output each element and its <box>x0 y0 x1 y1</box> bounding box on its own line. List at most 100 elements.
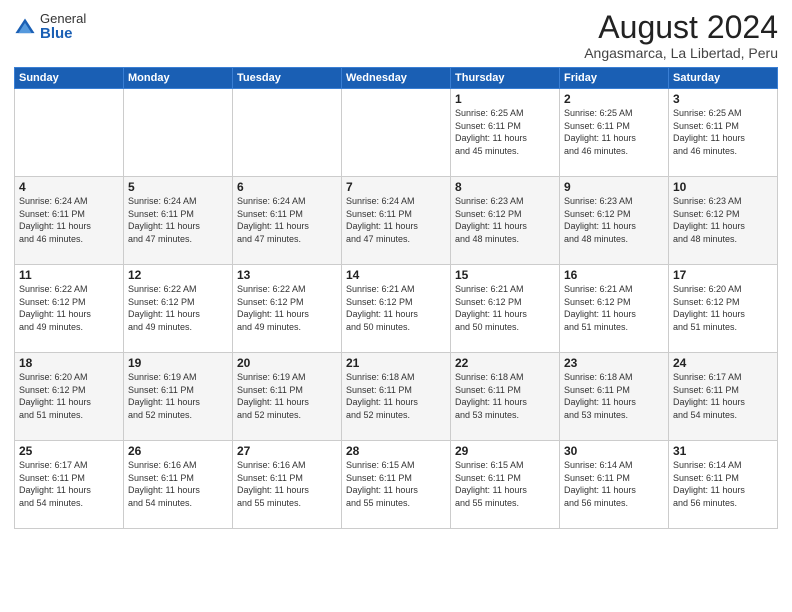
calendar-cell-w1-d5: 1Sunrise: 6:25 AM Sunset: 6:11 PM Daylig… <box>451 89 560 177</box>
day-info-text: Sunrise: 6:24 AM Sunset: 6:11 PM Dayligh… <box>128 195 228 245</box>
day-number: 17 <box>673 268 773 282</box>
calendar-cell-w2-d2: 5Sunrise: 6:24 AM Sunset: 6:11 PM Daylig… <box>124 177 233 265</box>
day-info-text: Sunrise: 6:18 AM Sunset: 6:11 PM Dayligh… <box>455 371 555 421</box>
calendar-cell-w4-d6: 23Sunrise: 6:18 AM Sunset: 6:11 PM Dayli… <box>560 353 669 441</box>
day-number: 21 <box>346 356 446 370</box>
day-number: 13 <box>237 268 337 282</box>
logo: General Blue <box>14 12 86 43</box>
calendar-cell-w4-d1: 18Sunrise: 6:20 AM Sunset: 6:12 PM Dayli… <box>15 353 124 441</box>
day-number: 19 <box>128 356 228 370</box>
day-info-text: Sunrise: 6:23 AM Sunset: 6:12 PM Dayligh… <box>673 195 773 245</box>
calendar-cell-w2-d1: 4Sunrise: 6:24 AM Sunset: 6:11 PM Daylig… <box>15 177 124 265</box>
calendar-cell-w5-d1: 25Sunrise: 6:17 AM Sunset: 6:11 PM Dayli… <box>15 441 124 529</box>
day-number: 11 <box>19 268 119 282</box>
day-number: 6 <box>237 180 337 194</box>
day-info-text: Sunrise: 6:20 AM Sunset: 6:12 PM Dayligh… <box>673 283 773 333</box>
day-info-text: Sunrise: 6:24 AM Sunset: 6:11 PM Dayligh… <box>237 195 337 245</box>
logo-text: General Blue <box>40 12 86 43</box>
calendar-cell-w2-d4: 7Sunrise: 6:24 AM Sunset: 6:11 PM Daylig… <box>342 177 451 265</box>
day-info-text: Sunrise: 6:23 AM Sunset: 6:12 PM Dayligh… <box>564 195 664 245</box>
day-info-text: Sunrise: 6:19 AM Sunset: 6:11 PM Dayligh… <box>237 371 337 421</box>
day-number: 16 <box>564 268 664 282</box>
location-subtitle: Angasmarca, La Libertad, Peru <box>584 45 778 61</box>
day-info-text: Sunrise: 6:18 AM Sunset: 6:11 PM Dayligh… <box>346 371 446 421</box>
calendar-cell-w3-d1: 11Sunrise: 6:22 AM Sunset: 6:12 PM Dayli… <box>15 265 124 353</box>
day-number: 31 <box>673 444 773 458</box>
day-number: 24 <box>673 356 773 370</box>
day-info-text: Sunrise: 6:21 AM Sunset: 6:12 PM Dayligh… <box>346 283 446 333</box>
day-number: 1 <box>455 92 555 106</box>
calendar-cell-w5-d5: 29Sunrise: 6:15 AM Sunset: 6:11 PM Dayli… <box>451 441 560 529</box>
calendar-cell-w3-d3: 13Sunrise: 6:22 AM Sunset: 6:12 PM Dayli… <box>233 265 342 353</box>
col-header-wednesday: Wednesday <box>342 68 451 89</box>
calendar-cell-w1-d7: 3Sunrise: 6:25 AM Sunset: 6:11 PM Daylig… <box>669 89 778 177</box>
logo-general-text: General <box>40 12 86 26</box>
day-info-text: Sunrise: 6:17 AM Sunset: 6:11 PM Dayligh… <box>19 459 119 509</box>
day-number: 14 <box>346 268 446 282</box>
calendar-cell-w1-d2 <box>124 89 233 177</box>
day-info-text: Sunrise: 6:25 AM Sunset: 6:11 PM Dayligh… <box>673 107 773 157</box>
week-row-4: 18Sunrise: 6:20 AM Sunset: 6:12 PM Dayli… <box>15 353 778 441</box>
calendar-cell-w1-d6: 2Sunrise: 6:25 AM Sunset: 6:11 PM Daylig… <box>560 89 669 177</box>
calendar-cell-w5-d3: 27Sunrise: 6:16 AM Sunset: 6:11 PM Dayli… <box>233 441 342 529</box>
calendar-cell-w5-d4: 28Sunrise: 6:15 AM Sunset: 6:11 PM Dayli… <box>342 441 451 529</box>
day-info-text: Sunrise: 6:24 AM Sunset: 6:11 PM Dayligh… <box>346 195 446 245</box>
calendar-cell-w3-d5: 15Sunrise: 6:21 AM Sunset: 6:12 PM Dayli… <box>451 265 560 353</box>
calendar-cell-w3-d2: 12Sunrise: 6:22 AM Sunset: 6:12 PM Dayli… <box>124 265 233 353</box>
logo-blue-text: Blue <box>40 26 86 43</box>
day-info-text: Sunrise: 6:22 AM Sunset: 6:12 PM Dayligh… <box>128 283 228 333</box>
calendar-cell-w2-d3: 6Sunrise: 6:24 AM Sunset: 6:11 PM Daylig… <box>233 177 342 265</box>
week-row-5: 25Sunrise: 6:17 AM Sunset: 6:11 PM Dayli… <box>15 441 778 529</box>
day-info-text: Sunrise: 6:20 AM Sunset: 6:12 PM Dayligh… <box>19 371 119 421</box>
calendar-cell-w5-d7: 31Sunrise: 6:14 AM Sunset: 6:11 PM Dayli… <box>669 441 778 529</box>
calendar-table: Sunday Monday Tuesday Wednesday Thursday… <box>14 67 778 529</box>
col-header-saturday: Saturday <box>669 68 778 89</box>
week-row-1: 1Sunrise: 6:25 AM Sunset: 6:11 PM Daylig… <box>15 89 778 177</box>
calendar-cell-w3-d7: 17Sunrise: 6:20 AM Sunset: 6:12 PM Dayli… <box>669 265 778 353</box>
calendar-cell-w5-d2: 26Sunrise: 6:16 AM Sunset: 6:11 PM Dayli… <box>124 441 233 529</box>
day-info-text: Sunrise: 6:18 AM Sunset: 6:11 PM Dayligh… <box>564 371 664 421</box>
week-row-2: 4 Sunrise: 6:24 AM Sunset: 6:11 PM Daylig… <box>15 177 778 265</box>
day-number: 20 <box>237 356 337 370</box>
day-info-text: Sunrise: 6:21 AM Sunset: 6:12 PM Dayligh… <box>455 283 555 333</box>
day-number: 25 <box>19 444 119 458</box>
col-header-sunday: Sunday <box>15 68 124 89</box>
day-info-text: Sunrise: 6:16 AM Sunset: 6:11 PM Dayligh… <box>128 459 228 509</box>
day-number: 26 <box>128 444 228 458</box>
day-info-text: Sunrise: 6:19 AM Sunset: 6:11 PM Dayligh… <box>128 371 228 421</box>
calendar-cell-w4-d4: 21Sunrise: 6:18 AM Sunset: 6:11 PM Dayli… <box>342 353 451 441</box>
calendar-cell-w4-d5: 22Sunrise: 6:18 AM Sunset: 6:11 PM Dayli… <box>451 353 560 441</box>
day-number: 3 <box>673 92 773 106</box>
calendar-cell-w2-d6: 9Sunrise: 6:23 AM Sunset: 6:12 PM Daylig… <box>560 177 669 265</box>
day-number: 27 <box>237 444 337 458</box>
day-number: 4 <box>19 180 119 194</box>
title-block: August 2024 Angasmarca, La Libertad, Per… <box>584 10 778 61</box>
calendar-header-row: Sunday Monday Tuesday Wednesday Thursday… <box>15 68 778 89</box>
day-number: 8 <box>455 180 555 194</box>
day-number: 23 <box>564 356 664 370</box>
calendar-cell-w2-d5: 8Sunrise: 6:23 AM Sunset: 6:12 PM Daylig… <box>451 177 560 265</box>
logo-icon <box>14 17 36 39</box>
day-number: 2 <box>564 92 664 106</box>
day-number: 15 <box>455 268 555 282</box>
day-number: 18 <box>19 356 119 370</box>
main-container: General Blue August 2024 Angasmarca, La … <box>0 0 792 612</box>
day-info-text: Sunrise: 6:22 AM Sunset: 6:12 PM Dayligh… <box>19 283 119 333</box>
day-info-text: Sunrise: 6:14 AM Sunset: 6:11 PM Dayligh… <box>673 459 773 509</box>
calendar-cell-w5-d6: 30Sunrise: 6:14 AM Sunset: 6:11 PM Dayli… <box>560 441 669 529</box>
day-number: 22 <box>455 356 555 370</box>
day-info-text: Sunrise: 6:16 AM Sunset: 6:11 PM Dayligh… <box>237 459 337 509</box>
calendar-cell-w4-d7: 24Sunrise: 6:17 AM Sunset: 6:11 PM Dayli… <box>669 353 778 441</box>
day-info-text: Sunrise: 6:15 AM Sunset: 6:11 PM Dayligh… <box>455 459 555 509</box>
col-header-friday: Friday <box>560 68 669 89</box>
day-number: 28 <box>346 444 446 458</box>
day-number: 30 <box>564 444 664 458</box>
day-info-text: Sunrise: 6:14 AM Sunset: 6:11 PM Dayligh… <box>564 459 664 509</box>
calendar-cell-w3-d6: 16Sunrise: 6:21 AM Sunset: 6:12 PM Dayli… <box>560 265 669 353</box>
day-info-text: Sunrise: 6:22 AM Sunset: 6:12 PM Dayligh… <box>237 283 337 333</box>
calendar-cell-w3-d4: 14Sunrise: 6:21 AM Sunset: 6:12 PM Dayli… <box>342 265 451 353</box>
calendar-cell-w4-d2: 19Sunrise: 6:19 AM Sunset: 6:11 PM Dayli… <box>124 353 233 441</box>
day-info-text: Sunrise: 6:21 AM Sunset: 6:12 PM Dayligh… <box>564 283 664 333</box>
week-row-3: 11Sunrise: 6:22 AM Sunset: 6:12 PM Dayli… <box>15 265 778 353</box>
day-info-text: Sunrise: 6:25 AM Sunset: 6:11 PM Dayligh… <box>455 107 555 157</box>
